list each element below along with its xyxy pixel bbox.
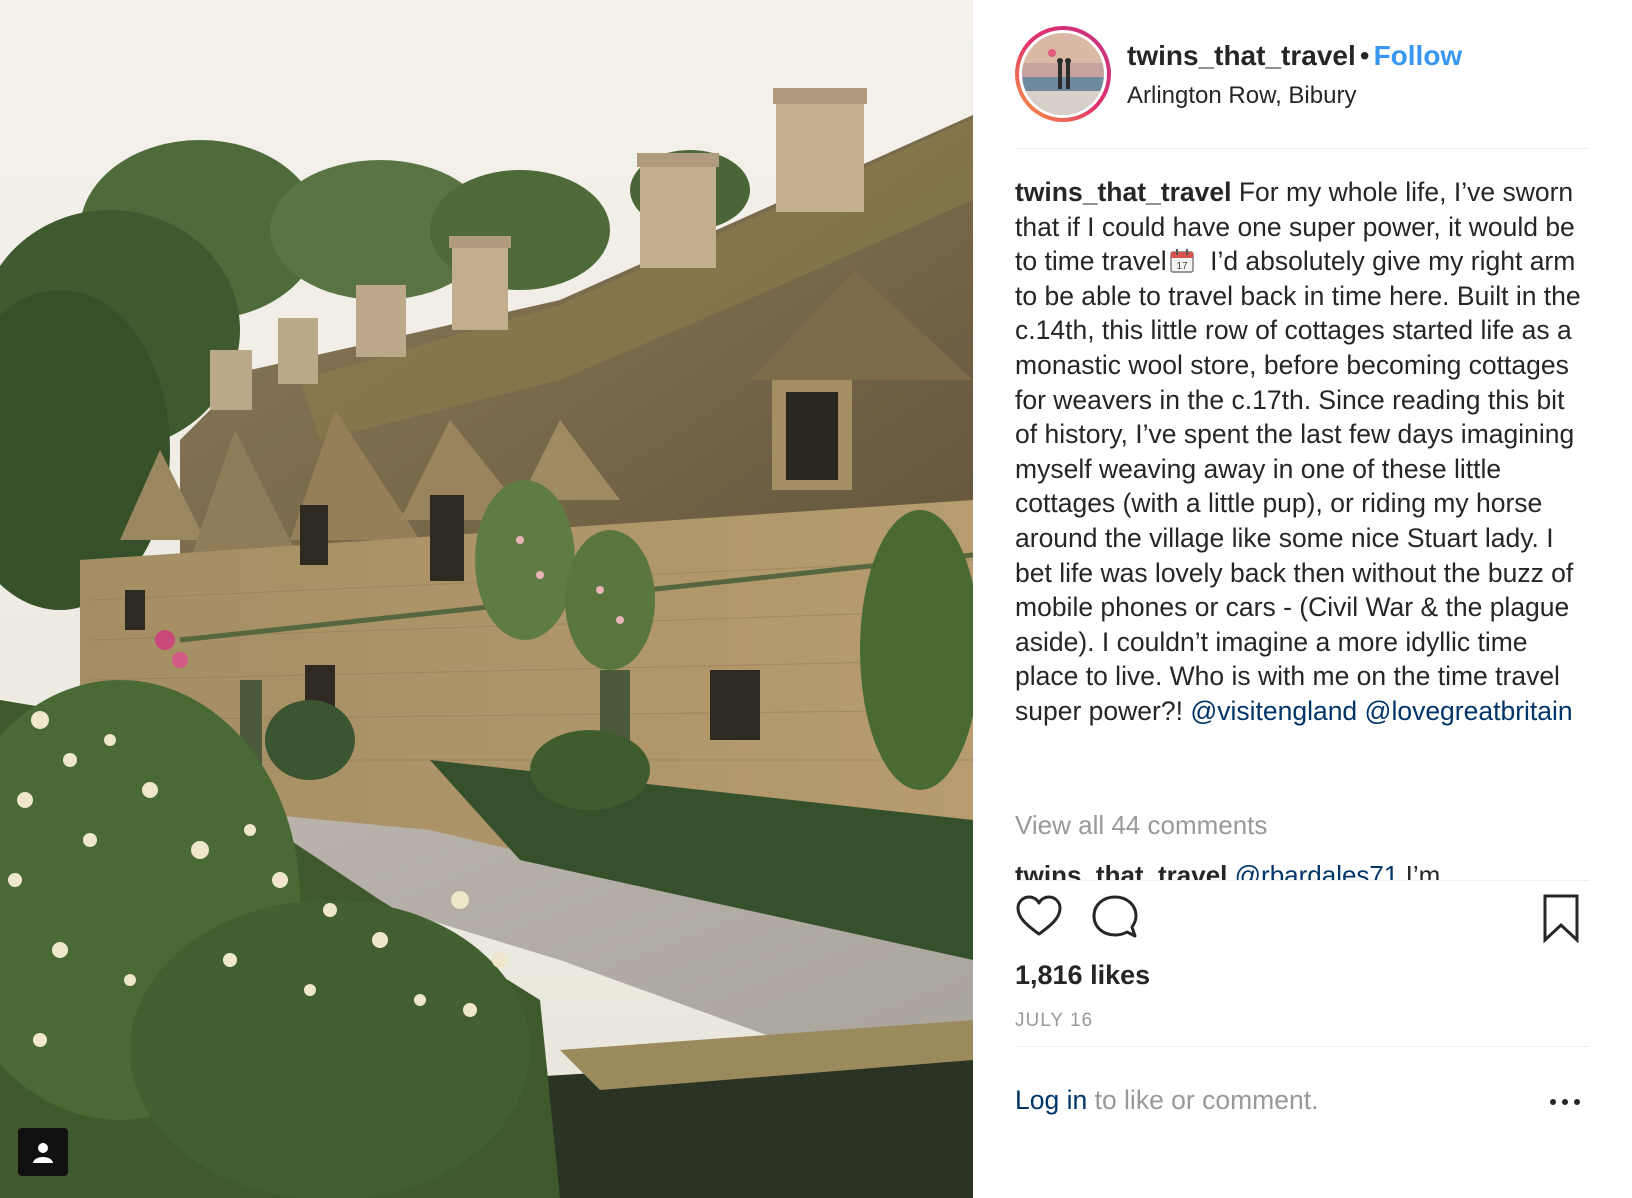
avatar-image	[1022, 33, 1104, 115]
location-link[interactable]: Arlington Row, Bibury	[1127, 82, 1356, 110]
header-user-line: twins_that_travel • Follow	[1127, 40, 1462, 72]
comment-button[interactable]	[1091, 893, 1141, 943]
first-comment: twins_that_travel @rbardales71 I’m	[1015, 858, 1589, 880]
post-caption: twins_that_travel For my whole life, I’v…	[1015, 175, 1589, 729]
heart-icon	[1016, 895, 1062, 936]
calendar-icon: 17	[1170, 249, 1194, 273]
view-all-comments-link[interactable]: View all 44 comments	[1015, 810, 1267, 841]
caption-mention-lovegreatbritain[interactable]: @lovegreatbritain	[1365, 696, 1573, 726]
login-link[interactable]: Log in	[1015, 1085, 1087, 1115]
calendar-day: 17	[1176, 261, 1188, 272]
comment-text: I’m	[1405, 860, 1441, 880]
action-bar	[1015, 893, 1589, 947]
more-options-button[interactable]	[1545, 1092, 1585, 1112]
login-suffix: to like or comment.	[1094, 1085, 1319, 1115]
header-divider	[1015, 148, 1589, 149]
post-photo[interactable]	[0, 0, 973, 1198]
caption-text-part2: I’d absolutely give my right arm to be a…	[1015, 246, 1581, 726]
follow-button[interactable]: Follow	[1374, 40, 1463, 71]
post-header: twins_that_travel • Follow Arlington Row, …	[1015, 26, 1589, 126]
header-separator: •	[1359, 40, 1370, 71]
like-button[interactable]	[1015, 893, 1065, 943]
bookmark-icon	[1543, 894, 1579, 944]
comment-bubble-icon	[1092, 895, 1138, 938]
caption-username[interactable]: twins_that_travel	[1015, 177, 1232, 207]
comment-username[interactable]: twins_that_travel	[1015, 860, 1227, 880]
caption-mention-visitengland[interactable]: @visitengland	[1190, 696, 1357, 726]
tagged-users-button[interactable]	[18, 1128, 68, 1176]
save-button[interactable]	[1537, 893, 1587, 944]
avatar[interactable]	[1015, 26, 1111, 122]
more-options-icon	[1550, 1099, 1580, 1105]
header-username[interactable]: twins_that_travel	[1127, 40, 1356, 71]
footer-divider	[1015, 1046, 1589, 1047]
likes-count[interactable]: 1,816 likes	[1015, 960, 1150, 991]
login-prompt: Log in to like or comment.	[1015, 1085, 1318, 1116]
comments-divider	[1015, 880, 1589, 881]
cottages-photo-illustration	[0, 0, 973, 1198]
user-tag-icon	[33, 1143, 53, 1163]
post-date[interactable]: JULY 16	[1015, 1010, 1093, 1032]
post-side-panel: twins_that_travel • Follow Arlington Row, …	[973, 0, 1632, 1198]
comment-mention[interactable]: @rbardales71	[1235, 860, 1399, 880]
